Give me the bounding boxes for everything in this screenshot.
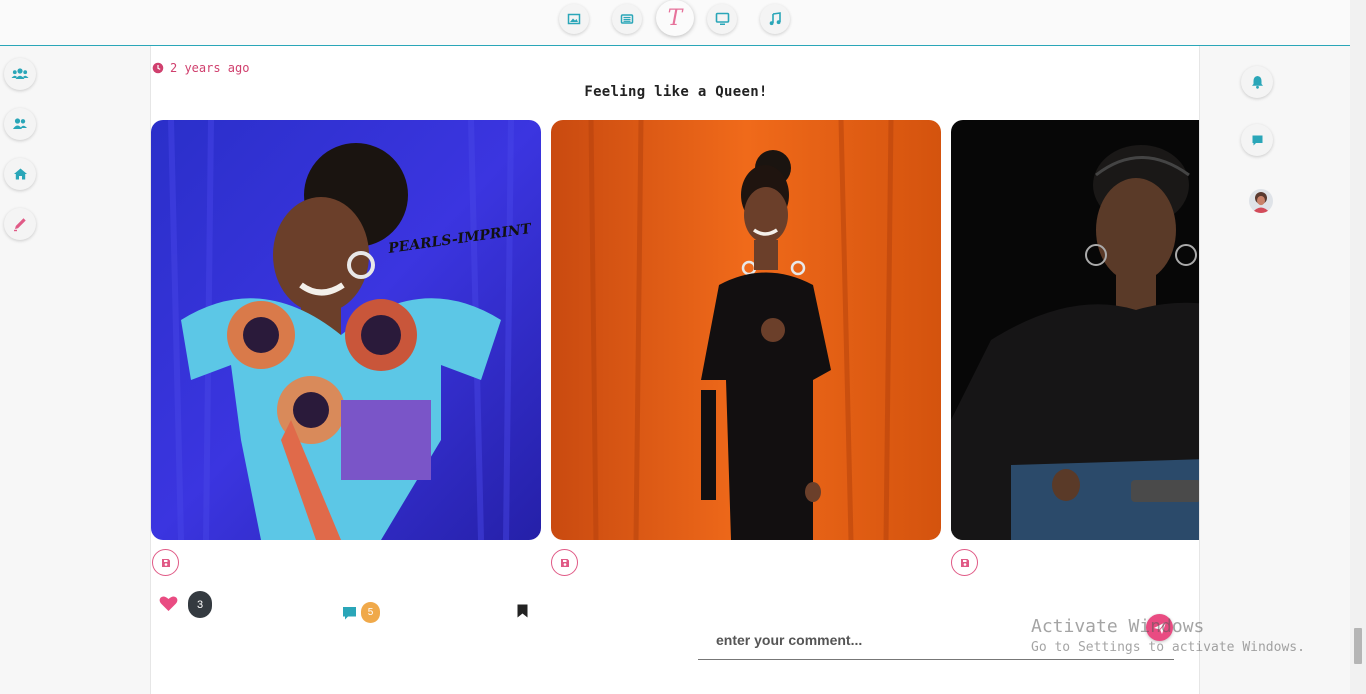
watermark-line-1: Activate Windows (1031, 616, 1205, 637)
floppy-disk-icon (161, 558, 170, 567)
save-photo-3-button[interactable] (951, 549, 978, 576)
profile-avatar[interactable] (1249, 189, 1273, 213)
groups-icon (11, 68, 29, 79)
image-icon (567, 13, 581, 25)
music-note-icon (769, 12, 781, 26)
clock-icon (152, 62, 164, 74)
save-photo-2-button[interactable] (551, 549, 578, 576)
like-button[interactable] (159, 595, 178, 617)
comment-icon (343, 607, 356, 620)
comment-count-badge: 5 (361, 602, 380, 623)
photo-2-image (551, 120, 941, 540)
post-card: 2 years ago Feeling like a Queen! PEARLS… (150, 46, 1200, 694)
page-scrollbar[interactable] (1350, 0, 1366, 694)
brand-logo-letter: T (667, 5, 683, 31)
post-photo-2[interactable] (551, 120, 941, 540)
left-rail-write-button[interactable] (4, 208, 36, 240)
nav-music-button[interactable] (760, 4, 790, 34)
nav-gallery-button[interactable] (559, 4, 589, 34)
post-photo-1[interactable]: PEARLS-IMPRINT (151, 120, 541, 540)
home-icon (13, 168, 27, 180)
left-rail-home-button[interactable] (4, 158, 36, 190)
watermark-line-2: Go to Settings to activate Windows. (1031, 640, 1305, 655)
floppy-disk-icon (960, 558, 969, 567)
post-photo-3[interactable] (951, 120, 1199, 540)
right-rail-notifications-button[interactable] (1241, 66, 1273, 98)
like-count-badge: 3 (188, 591, 212, 618)
photo-1-image: PEARLS-IMPRINT (151, 120, 541, 540)
windows-activation-watermark: Activate Windows Go to Settings to activ… (1031, 616, 1305, 655)
nav-news-button[interactable] (612, 4, 642, 34)
floppy-disk-icon (560, 558, 569, 567)
photo-3-image (951, 120, 1199, 540)
avatar-image (1249, 189, 1273, 213)
heart-icon (159, 596, 178, 611)
brand-logo[interactable]: T (656, 0, 694, 36)
right-rail-messages-button[interactable] (1241, 124, 1273, 156)
left-rail-friends-button[interactable] (4, 108, 36, 140)
top-navbar: T (0, 0, 1350, 46)
newspaper-icon (620, 14, 634, 24)
post-caption: Feeling like a Queen! (584, 84, 768, 100)
scrollbar-thumb[interactable] (1354, 628, 1362, 664)
pencil-icon (14, 218, 26, 232)
nav-tv-button[interactable] (707, 4, 737, 34)
chat-icon (1252, 135, 1262, 145)
comments-button[interactable] (342, 606, 357, 626)
users-icon (13, 118, 27, 129)
left-rail-groups-button[interactable] (4, 58, 36, 90)
post-timestamp: 2 years ago (152, 61, 249, 75)
bookmark-icon (517, 604, 528, 618)
save-photo-1-button[interactable] (152, 549, 179, 576)
time-ago-text: 2 years ago (170, 61, 250, 75)
monitor-icon (715, 12, 729, 25)
bookmark-button[interactable] (517, 604, 528, 623)
bell-icon (1251, 76, 1263, 89)
